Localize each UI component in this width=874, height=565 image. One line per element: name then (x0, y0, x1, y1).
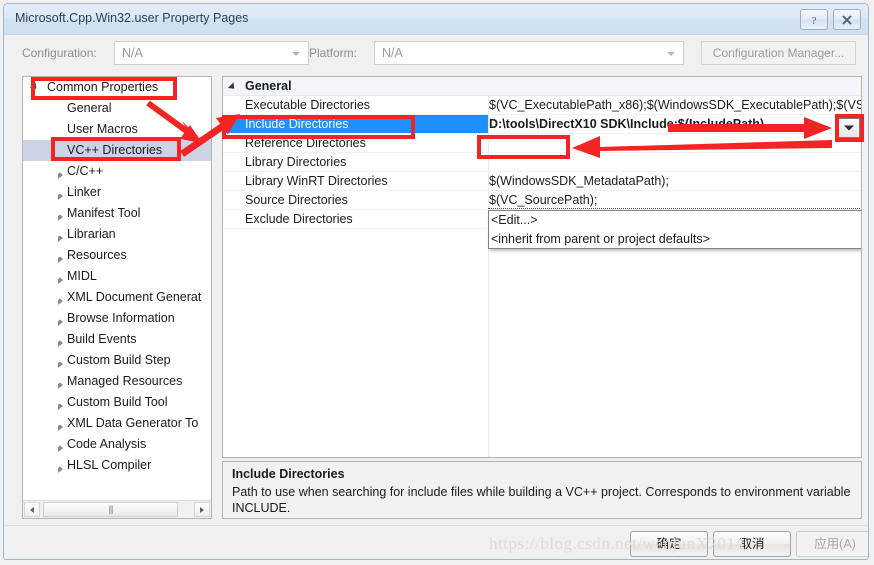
sidebar-item-xml-data-generator-to[interactable]: XML Data Generator To (23, 413, 211, 434)
sidebar-item-build-events[interactable]: Build Events (23, 329, 211, 350)
sidebar-item-label: Code Analysis (67, 437, 147, 451)
property-value[interactable]: $(VC_ExecutablePath_x86);$(WindowsSDK_Ex… (489, 98, 861, 112)
sidebar-item-midl[interactable]: MIDL (23, 266, 211, 287)
sidebar-item-hlsl-compiler[interactable]: HLSL Compiler (23, 455, 211, 476)
apply-button: 应用(A) (796, 531, 868, 557)
dropdown-option-label: <Edit...> (491, 213, 538, 227)
scroll-left-arrow-icon[interactable] (24, 502, 40, 517)
sidebar-item-custom-build-tool[interactable]: Custom Build Tool (23, 392, 211, 413)
configuration-label: Configuration: (22, 46, 97, 60)
dropdown-option-label: <inherit from parent or project defaults… (491, 232, 710, 246)
expander-closed-icon[interactable] (53, 377, 63, 389)
sidebar-item-label: HLSL Compiler (67, 458, 152, 472)
sidebar-item-xml-document-generat[interactable]: XML Document Generat (23, 287, 211, 308)
sidebar-item-label: Managed Resources (67, 374, 183, 388)
table-row[interactable]: Executable Directories $(VC_ExecutablePat… (223, 96, 861, 115)
tree-horizontal-scrollbar[interactable] (23, 500, 211, 518)
expander-closed-icon[interactable] (53, 440, 63, 452)
expander-closed-icon[interactable] (53, 167, 63, 179)
property-group-label: General (245, 79, 292, 93)
expander-closed-icon[interactable] (53, 251, 63, 263)
scroll-right-arrow-icon[interactable] (194, 502, 210, 517)
description-title: Include Directories (232, 467, 345, 481)
table-row[interactable]: Library WinRT Directories $(WindowsSDK_Me… (223, 172, 861, 191)
sidebar-item-label: Manifest Tool (67, 206, 141, 220)
sidebar-item-label: General (67, 101, 112, 115)
property-value[interactable]: $(VC_SourcePath); (489, 193, 597, 207)
platform-value: N/A (382, 46, 403, 60)
annotation-box-include-directories (222, 115, 415, 139)
footer-separator (4, 525, 868, 526)
property-name: Source Directories (245, 193, 348, 207)
value-dropdown-list[interactable]: <Edit...> <inherit from parent or project… (488, 210, 861, 249)
description-text: Path to use when searching for include f… (232, 485, 851, 515)
close-icon (842, 14, 852, 25)
configuration-combobox[interactable]: N/A (114, 41, 309, 65)
question-mark-icon: ? (812, 15, 817, 27)
property-name: Exclude Directories (245, 212, 353, 226)
expander-closed-icon[interactable] (53, 293, 63, 305)
annotation-box-dropdown-button (835, 114, 864, 142)
sidebar-item-label: XML Document Generat (67, 290, 202, 304)
sidebar-item-label: MIDL (67, 269, 97, 283)
property-name: Library Directories (245, 155, 347, 169)
sidebar-item-custom-build-step[interactable]: Custom Build Step (23, 350, 211, 371)
sidebar-item-label: Browse Information (67, 311, 175, 325)
sidebar-item-label: Build Events (67, 332, 137, 346)
platform-combobox[interactable]: N/A (374, 41, 684, 65)
annotation-box-common-properties (31, 77, 177, 100)
dropdown-option[interactable]: <inherit from parent or project defaults… (489, 230, 861, 249)
title-bar: Microsoft.Cpp.Win32.user Property Pages … (4, 4, 868, 35)
svg-text:?: ? (812, 15, 817, 27)
property-pages-dialog: Microsoft.Cpp.Win32.user Property Pages … (3, 3, 869, 560)
sidebar-item-resources[interactable]: Resources (23, 245, 211, 266)
sidebar-item-code-analysis[interactable]: Code Analysis (23, 434, 211, 455)
sidebar-item-browse-information[interactable]: Browse Information (23, 308, 211, 329)
sidebar-item-manifest-tool[interactable]: Manifest Tool (23, 203, 211, 224)
sidebar-item-managed-resources[interactable]: Managed Resources (23, 371, 211, 392)
sidebar-item-label: XML Data Generator To (67, 416, 199, 430)
window-title: Microsoft.Cpp.Win32.user Property Pages (15, 11, 249, 25)
configuration-value: N/A (122, 46, 143, 60)
chevron-down-icon (292, 52, 300, 56)
annotation-arrow-left-to-edit (572, 136, 832, 158)
expander-closed-icon[interactable] (53, 230, 63, 242)
property-value[interactable]: $(WindowsSDK_MetadataPath); (489, 174, 669, 188)
close-button[interactable] (833, 9, 861, 30)
expander-closed-icon[interactable] (53, 272, 63, 284)
dropdown-focus-line (488, 208, 861, 210)
sidebar-item-label: Custom Build Tool (67, 395, 168, 409)
expander-closed-icon[interactable] (53, 209, 63, 221)
expander-closed-icon[interactable] (53, 356, 63, 368)
sidebar-item-label: Resources (67, 248, 127, 262)
help-button[interactable]: ? (800, 9, 828, 30)
sidebar-item-label: Librarian (67, 227, 116, 241)
platform-label: Platform: (309, 46, 358, 60)
scrollbar-thumb[interactable] (43, 502, 178, 517)
description-panel: Include Directories Path to use when sea… (222, 461, 862, 519)
expander-closed-icon[interactable] (53, 461, 63, 473)
property-name: Library WinRT Directories (245, 174, 388, 188)
sidebar-item-c-c[interactable]: C/C++ (23, 161, 211, 182)
configuration-manager-button[interactable]: Configuration Manager... (701, 41, 856, 65)
sidebar-item-label: C/C++ (67, 164, 104, 178)
dropdown-option[interactable]: <Edit...> (489, 211, 861, 230)
annotation-arrow-up-right-to-row (180, 114, 240, 157)
configuration-bar: Configuration: N/A Platform: N/A Configu… (4, 35, 868, 72)
expander-closed-icon[interactable] (53, 314, 63, 326)
annotation-box-edit-item (477, 135, 570, 159)
sidebar-item-label: Custom Build Step (67, 353, 171, 367)
expander-closed-icon[interactable] (53, 188, 63, 200)
sidebar-item-label: Linker (67, 185, 102, 199)
expander-closed-icon[interactable] (53, 419, 63, 431)
sidebar-item-librarian[interactable]: Librarian (23, 224, 211, 245)
expander-closed-icon[interactable] (53, 335, 63, 347)
property-group-header[interactable]: General (223, 77, 861, 96)
property-name: Executable Directories (245, 98, 371, 112)
sidebar-item-linker[interactable]: Linker (23, 182, 211, 203)
expander-closed-icon[interactable] (53, 398, 63, 410)
chevron-down-icon (667, 52, 675, 56)
expander-open-icon[interactable] (227, 82, 238, 92)
watermark-text: https://blog.csdn.net/wenjunX2014 (489, 534, 745, 553)
